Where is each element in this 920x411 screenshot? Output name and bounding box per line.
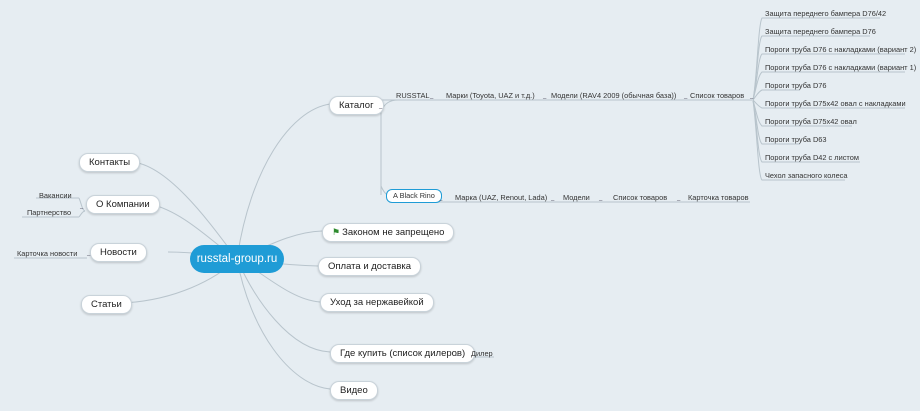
collapse-toggle-icon[interactable]: − (78, 206, 85, 214)
topic-law[interactable]: ⚑ Законом не запрещено (322, 223, 455, 242)
collapse-toggle-icon[interactable]: − (437, 198, 444, 206)
russtal-models[interactable]: Модели (RAV4 2009 (обычная база)) (551, 91, 676, 100)
product-item[interactable]: Пороги труба D76 (765, 81, 827, 90)
catalog-russtal[interactable]: RUSSTAL (396, 91, 430, 100)
product-item[interactable]: Пороги труба D76 с накладками (вариант 1… (765, 63, 916, 72)
topic-news[interactable]: Новости (90, 243, 147, 262)
collapse-toggle-icon[interactable]: − (682, 96, 689, 104)
flag-icon: ⚑ (332, 227, 341, 237)
product-item[interactable]: Защита переднего бампера D76 (765, 27, 876, 36)
collapse-toggle-icon[interactable]: − (428, 96, 435, 104)
subtopic-vacancies[interactable]: Вакансии (39, 191, 72, 200)
russtal-brands[interactable]: Марки (Toyota, UAZ и т.д.) (446, 91, 535, 100)
collapse-toggle-icon[interactable]: − (454, 353, 461, 361)
product-item[interactable]: Пороги труба D63 (765, 135, 827, 144)
russtal-product-list[interactable]: Список товаров (690, 91, 744, 100)
subtopic-partnership[interactable]: Партнерство (27, 208, 71, 217)
product-item[interactable]: Чехол запасного колеса (765, 171, 848, 180)
product-item[interactable]: Пороги труба D42 с листом (765, 153, 859, 162)
subtopic-dealer[interactable]: Дилер (471, 349, 493, 358)
topic-law-label: Законом не запрещено (342, 227, 445, 238)
collapse-toggle-icon[interactable]: − (377, 106, 384, 114)
collapse-toggle-icon[interactable]: − (597, 198, 604, 206)
subtopic-news-card[interactable]: Карточка новости (17, 249, 77, 258)
topic-catalog[interactable]: Каталог (329, 96, 384, 115)
collapse-toggle-icon[interactable]: − (675, 198, 682, 206)
collapse-toggle-icon[interactable]: − (541, 96, 548, 104)
black-rino-product-list[interactable]: Список товаров (613, 193, 667, 202)
topic-articles[interactable]: Статьи (81, 295, 132, 314)
collapse-toggle-icon[interactable]: − (85, 253, 92, 261)
collapse-toggle-icon[interactable]: − (748, 96, 755, 104)
topic-contacts[interactable]: Контакты (79, 153, 141, 172)
mind-map-canvas: russtal-group.ru Контакты О Компании Вак… (0, 0, 920, 411)
product-item[interactable]: Пороги труба D75x42 овал с накладками (765, 99, 906, 108)
product-item[interactable]: Пороги труба D76 с накладками (вариант 2… (765, 45, 916, 54)
black-rino-brands[interactable]: Марка (UAZ, Renout, Lada) (455, 193, 547, 202)
root-node[interactable]: russtal-group.ru (190, 245, 284, 273)
black-rino-product-card[interactable]: Карточка товаров (688, 193, 749, 202)
topic-about[interactable]: О Компании (86, 195, 160, 214)
collapse-toggle-icon[interactable]: − (549, 198, 556, 206)
product-item[interactable]: Пороги труба D75x42 овал (765, 117, 857, 126)
topic-payment[interactable]: Оплата и доставка (318, 257, 422, 276)
topic-video[interactable]: Видео (330, 381, 378, 400)
black-rino-models[interactable]: Модели (563, 193, 590, 202)
product-item[interactable]: Защита переднего бампера D76/42 (765, 9, 886, 18)
topic-care[interactable]: Уход за нержавейкой (320, 293, 434, 312)
catalog-black-rino[interactable]: A Black Rino (386, 189, 442, 203)
